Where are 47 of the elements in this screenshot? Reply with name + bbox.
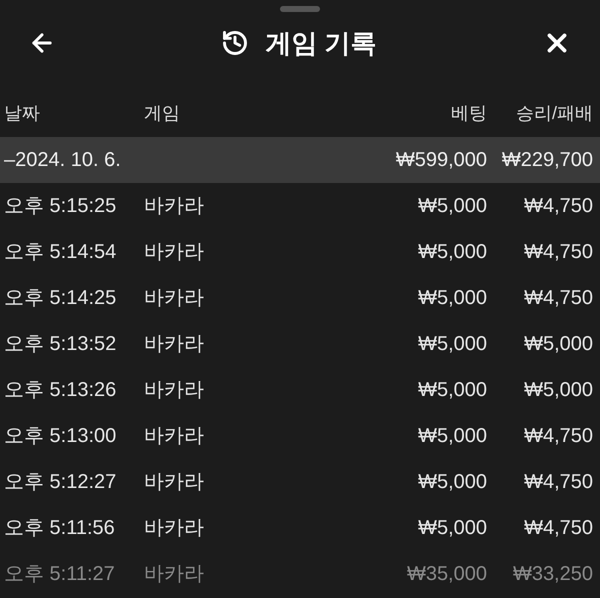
table-cell-text: ₩5,000 xyxy=(417,470,487,495)
table-cell-text: 오후 5:15:25 xyxy=(3,194,118,219)
table-cell-text: 바카라 xyxy=(144,332,205,357)
table-cell-text: ₩33,250 xyxy=(512,562,594,587)
table-cell-text: 바카라 xyxy=(144,194,205,219)
table-cell-text: ₩5,000 xyxy=(417,286,487,311)
table-cell-text: ₩4,750 xyxy=(523,470,594,495)
table-cell-text: ₩5,000 xyxy=(523,332,594,357)
column-header: 베팅 xyxy=(450,102,487,125)
history-icon xyxy=(221,29,250,57)
table-cell-text: 오후 5:13:52 xyxy=(3,332,118,357)
drag-handle[interactable] xyxy=(280,6,320,12)
table-cell-text: 오후 5:13:00 xyxy=(3,424,118,449)
table-cell-text: ₩5,000 xyxy=(417,516,487,541)
table-cell-text: ₩4,750 xyxy=(523,286,594,311)
table-cell-text: 오후 5:12:27 xyxy=(3,470,118,495)
date-group-row[interactable]: –2024. 10. 6. ₩599,000 ₩229,700 xyxy=(0,137,600,183)
table-cell-text: 바카라 xyxy=(144,286,205,311)
table-cell-text: ₩5,000 xyxy=(417,424,487,449)
table-cell-text: 바카라 xyxy=(144,378,205,403)
table-cell-text: 바카라 xyxy=(144,240,205,265)
table-cell-text: 바카라 xyxy=(144,470,205,495)
table-cell-text: ₩599,000 xyxy=(394,148,487,173)
table-cell-text: ₩5,000 xyxy=(523,378,594,403)
column-header: 승리/패배 xyxy=(514,102,594,125)
column-header: 날짜 xyxy=(3,102,41,125)
table-cell-text: 오후 5:14:25 xyxy=(3,286,118,311)
table-cell-text: 바카라 xyxy=(144,562,205,587)
window-title: 게임 기록 xyxy=(265,26,377,60)
table-cell-text: 오후 5:11:56 xyxy=(3,516,116,541)
table-cell-text: 바카라 xyxy=(144,516,205,541)
table-cell-text: ₩5,000 xyxy=(417,378,487,403)
table-cell-text: ₩4,750 xyxy=(523,194,594,219)
table-cell-text: ₩5,000 xyxy=(417,240,487,265)
table-cell-text: 바카라 xyxy=(144,424,205,449)
table-cell-text: ₩4,750 xyxy=(523,240,594,265)
table-cell-text: ₩4,750 xyxy=(523,516,594,541)
table-cell-text: ₩35,000 xyxy=(406,562,487,587)
table-cell-text: ₩4,750 xyxy=(523,424,594,449)
table-cell-text: 오후 5:14:54 xyxy=(3,240,118,265)
table-cell-text: ₩5,000 xyxy=(417,194,487,219)
table-cell-text: 오후 5:13:26 xyxy=(3,378,118,403)
table-cell-text: ₩5,000 xyxy=(417,332,487,357)
table-cell-text: 오후 5:11:27 xyxy=(3,562,116,587)
column-header: 게임 xyxy=(144,102,181,125)
table-cell-text: ₩229,700 xyxy=(500,148,594,173)
table-cell-text: –2024. 10. 6. xyxy=(3,148,122,173)
